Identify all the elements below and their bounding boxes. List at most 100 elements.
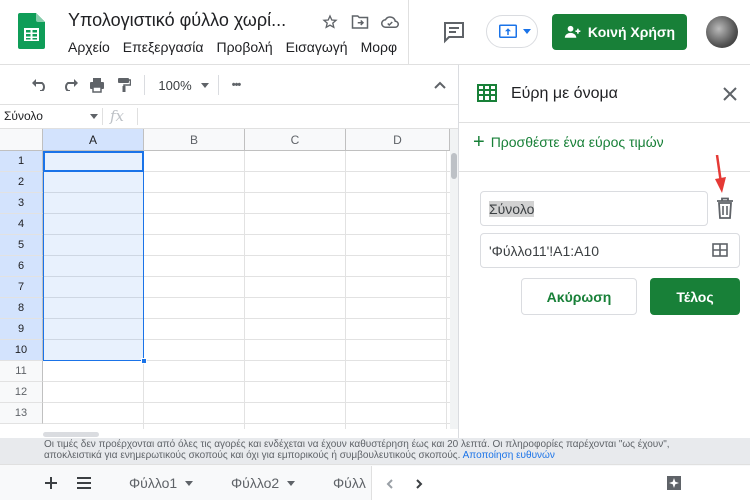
- more-tools-button[interactable]: •••: [224, 75, 248, 95]
- sheet-tab-label: Φύλλ: [333, 475, 366, 491]
- sheet-tab-label: Φύλλο2: [231, 475, 280, 491]
- range-reference-input[interactable]: 'Φύλλο11'!A1:A10: [480, 233, 740, 268]
- sheet-tab[interactable]: Φύλλο1: [129, 465, 194, 500]
- row-header[interactable]: 8: [0, 298, 43, 319]
- move-folder-icon[interactable]: [350, 12, 370, 32]
- explore-icon[interactable]: [662, 471, 686, 495]
- menu-file[interactable]: Αρχείο: [68, 39, 110, 55]
- add-range-button[interactable]: + Προσθέστε ένα εύρος τιμών: [473, 131, 664, 153]
- menu-view[interactable]: Προβολή: [216, 39, 272, 55]
- spreadsheet-grid: A B C D 1 2 3 4 5 6 7 8 9 10 11 12 13: [0, 129, 450, 429]
- done-button[interactable]: Τέλος: [650, 278, 740, 315]
- menu-format[interactable]: Μορφ: [361, 39, 398, 55]
- sheet-tab[interactable]: Φύλλο2: [231, 465, 296, 500]
- panel-title: Εύρη με όνομα: [511, 85, 618, 102]
- row-header[interactable]: 6: [0, 256, 43, 277]
- named-ranges-icon: [477, 84, 497, 102]
- scroll-left-icon[interactable]: [386, 466, 393, 500]
- name-box-value: Σύνολο: [4, 109, 43, 123]
- panel-divider: [459, 122, 750, 123]
- dropdown-icon: [185, 480, 194, 486]
- comment-icon[interactable]: [442, 20, 466, 44]
- dropdown-icon: [523, 29, 531, 34]
- header: Υπολογιστικό φύλλο χωρί... Αρχείο Επεξερ…: [0, 0, 750, 64]
- sheet-tab-label: Φύλλο1: [129, 475, 178, 491]
- redo-icon[interactable]: [60, 75, 80, 95]
- add-range-label: Προσθέστε ένα εύρος τιμών: [490, 134, 664, 150]
- formula-separator: [102, 108, 103, 125]
- panel-divider: [459, 171, 750, 172]
- toolbar-separator: [218, 75, 219, 95]
- disclaimer-bar: Οι τιμές δεν προέρχονται από όλες τις αγ…: [0, 438, 750, 464]
- toolbar-separator: [144, 75, 145, 95]
- sheet-bar: Φύλλο1 Φύλλο2 Φύλλ: [0, 464, 750, 500]
- range-reference-value: 'Φύλλο11'!A1:A10: [489, 243, 600, 259]
- row-header[interactable]: 1: [0, 151, 43, 172]
- document-title[interactable]: Υπολογιστικό φύλλο χωρί...: [68, 10, 286, 31]
- row-header[interactable]: 2: [0, 172, 43, 193]
- menu-insert[interactable]: Εισαγωγή: [286, 39, 348, 55]
- paint-format-icon[interactable]: [114, 75, 134, 95]
- active-cell[interactable]: [43, 151, 144, 172]
- horizontal-scroll-thumb[interactable]: [43, 432, 99, 437]
- cloud-status-icon[interactable]: [380, 12, 400, 32]
- row-header[interactable]: 12: [0, 382, 43, 403]
- range-name-input[interactable]: Σύνολο: [480, 191, 708, 226]
- zoom-dropdown-icon[interactable]: [199, 75, 211, 95]
- app-root: Υπολογιστικό φύλλο χωρί... Αρχείο Επεξερ…: [0, 0, 750, 500]
- undo-icon[interactable]: [30, 75, 50, 95]
- column-header[interactable]: C: [245, 129, 346, 151]
- trash-icon[interactable]: [715, 197, 735, 219]
- row-header[interactable]: 7: [0, 277, 43, 298]
- row-header[interactable]: 3: [0, 193, 43, 214]
- column-header[interactable]: B: [144, 129, 245, 151]
- print-icon[interactable]: [87, 75, 107, 95]
- column-header[interactable]: A: [43, 129, 144, 151]
- toolbar: 100% •••: [0, 64, 458, 104]
- sheet-nav: [371, 466, 750, 500]
- row-header[interactable]: 4: [0, 214, 43, 235]
- dropdown-icon: [287, 480, 296, 486]
- cancel-button[interactable]: Ακύρωση: [521, 278, 637, 315]
- row-header[interactable]: 11: [0, 361, 43, 382]
- menu-edit[interactable]: Επεξεργασία: [123, 39, 204, 55]
- all-sheets-icon[interactable]: [76, 465, 92, 500]
- disclaimer-link[interactable]: Αποποίηση ευθυνών: [463, 450, 555, 461]
- named-ranges-panel: Εύρη με όνομα + Προσθέστε ένα εύρος τιμώ…: [458, 64, 750, 438]
- share-button[interactable]: Κοινή Χρήση: [552, 14, 687, 50]
- menu-bar: Αρχείο Επεξεργασία Προβολή Εισαγωγή Μορφ: [68, 39, 410, 55]
- close-icon[interactable]: [721, 85, 739, 103]
- header-divider: [408, 0, 409, 64]
- avatar[interactable]: [706, 16, 738, 48]
- name-box-dropdown-icon: [90, 114, 98, 119]
- row-header[interactable]: 5: [0, 235, 43, 256]
- star-icon[interactable]: [320, 12, 340, 32]
- sheets-logo[interactable]: [18, 13, 45, 49]
- range-name-value: Σύνολο: [489, 201, 535, 217]
- title-icons: [320, 12, 400, 32]
- formula-bar: Σύνολο fx: [0, 104, 458, 129]
- plus-icon: +: [473, 131, 485, 153]
- row-header[interactable]: 9: [0, 319, 43, 340]
- fill-handle[interactable]: [141, 358, 147, 364]
- column-header[interactable]: D: [346, 129, 450, 151]
- share-person-icon: [564, 25, 581, 38]
- present-icon: [499, 24, 517, 38]
- scroll-right-icon[interactable]: [416, 466, 423, 500]
- add-sheet-icon[interactable]: [44, 465, 58, 500]
- sheet-tab[interactable]: Φύλλ: [333, 465, 366, 500]
- annotation-arrow: [715, 155, 726, 193]
- disclaimer-text: Οι τιμές δεν προέρχονται από όλες τις αγ…: [44, 439, 670, 461]
- range-select-icon[interactable]: [712, 243, 728, 257]
- zoom-select[interactable]: 100%: [155, 75, 195, 95]
- present-button[interactable]: [486, 15, 538, 48]
- vertical-scroll-thumb[interactable]: [451, 153, 457, 179]
- collapse-icon[interactable]: [430, 75, 450, 95]
- share-label: Κοινή Χρήση: [587, 24, 676, 40]
- row-header[interactable]: 10: [0, 340, 43, 361]
- select-all-corner[interactable]: [0, 129, 43, 151]
- fx-label: fx: [110, 107, 125, 125]
- selected-range: [43, 151, 144, 361]
- row-header[interactable]: 13: [0, 403, 43, 424]
- name-box[interactable]: Σύνολο: [4, 109, 98, 123]
